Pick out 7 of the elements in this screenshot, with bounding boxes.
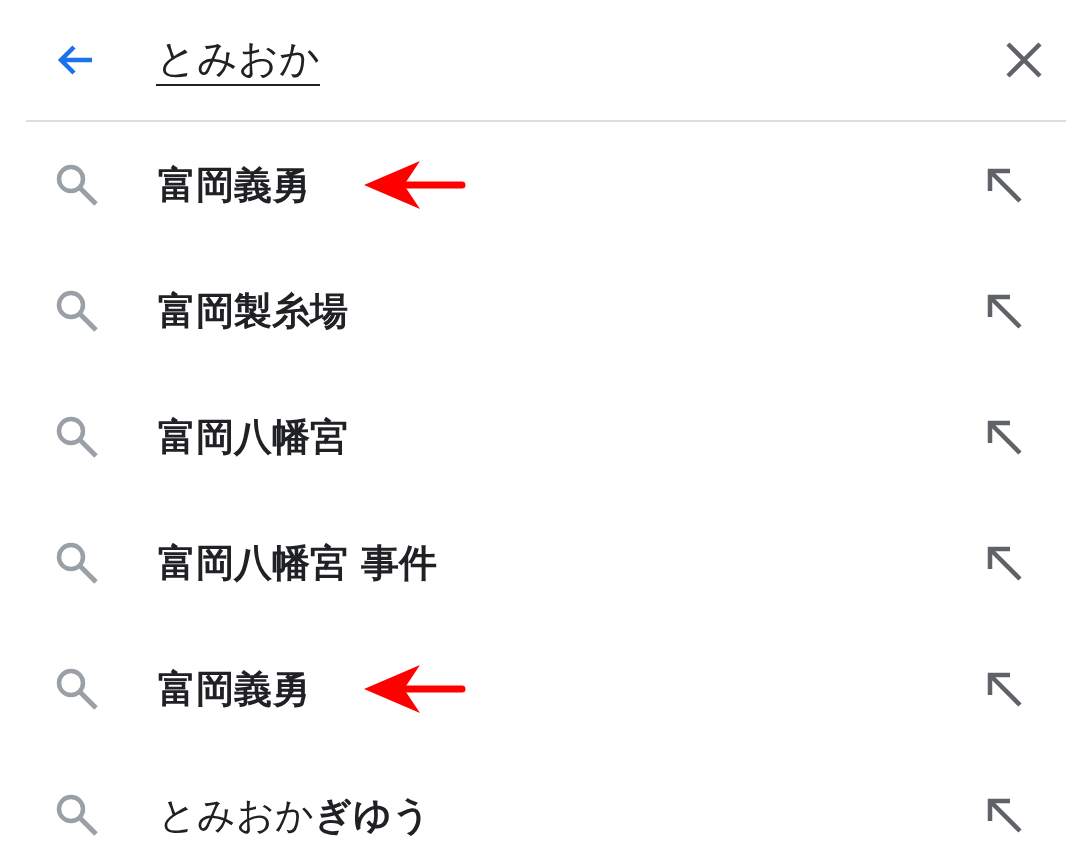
- suggestion-text[interactable]: 富岡義勇: [158, 663, 310, 715]
- suggestion-text[interactable]: 富岡八幡宮: [158, 411, 348, 463]
- suggestion-text[interactable]: 富岡義勇: [158, 159, 310, 211]
- suggestion-text[interactable]: 富岡製糸場: [158, 285, 348, 337]
- suggestion-text[interactable]: とみおかぎゆう: [158, 789, 431, 841]
- search-query[interactable]: とみおか: [156, 34, 320, 86]
- suggestion-text[interactable]: 富岡八幡宮 事件: [158, 537, 438, 589]
